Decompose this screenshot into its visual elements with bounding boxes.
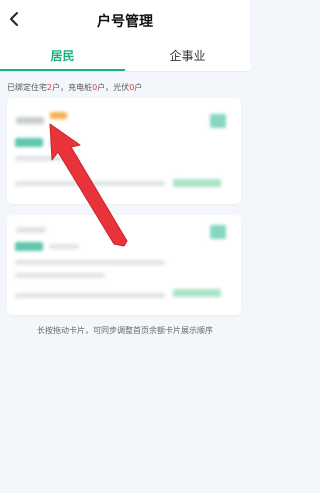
account-card[interactable]: [7, 215, 241, 315]
active-tab-indicator: [0, 69, 125, 71]
blurred-corner-icon[interactable]: [210, 225, 226, 239]
drag-hint-text: 长按拖动卡片，可同步调整首页余额卡片展示顺序: [37, 326, 213, 335]
header-bar: 户号管理: [0, 0, 250, 40]
blurred-address: [15, 181, 165, 186]
blurred-line: [15, 273, 105, 278]
tab-residential[interactable]: 居民: [0, 47, 125, 64]
blurred-action-link[interactable]: [173, 179, 221, 187]
blurred-account-name: [16, 117, 44, 124]
blurred-tag: [15, 138, 43, 147]
blurred-action-link[interactable]: [173, 289, 221, 297]
blurred-line: [49, 244, 79, 249]
blurred-line: [15, 260, 165, 265]
blurred-corner-icon[interactable]: [210, 114, 226, 128]
blurred-line: [49, 140, 77, 145]
blurred-address: [15, 293, 165, 298]
blurred-line: [15, 156, 79, 161]
tab-enterprise[interactable]: 企事业: [125, 47, 250, 64]
account-card[interactable]: [7, 98, 241, 204]
page-title: 户号管理: [97, 14, 153, 30]
blurred-badge: [50, 112, 67, 119]
tab-bar: 居民 企事业: [0, 40, 250, 72]
blurred-account-name: [16, 227, 46, 233]
binding-summary: 已绑定住宅2户，充电桩0户，光伏0户: [7, 83, 143, 92]
blurred-tag: [15, 242, 43, 251]
